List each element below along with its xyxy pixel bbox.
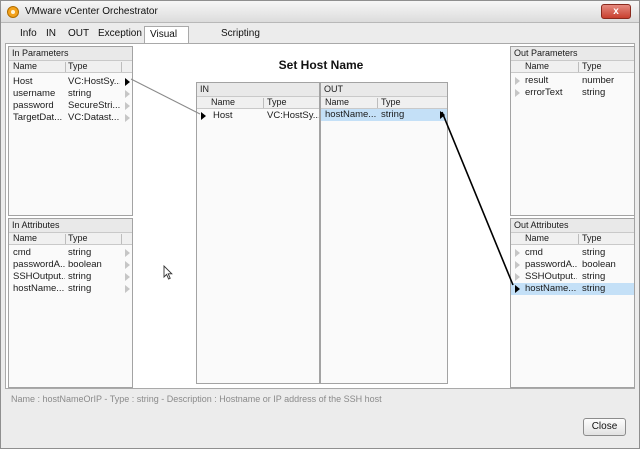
col-name-header[interactable]: Name bbox=[525, 61, 549, 72]
status-description: Name : hostNameOrIP - Type : string - De… bbox=[11, 394, 382, 404]
col-type-header[interactable]: Type bbox=[267, 97, 287, 108]
col-name-header[interactable]: Name bbox=[13, 233, 37, 244]
binding-arrow-icon[interactable] bbox=[125, 261, 130, 269]
col-type-header[interactable]: Type bbox=[582, 233, 602, 244]
out-parameters-panel: Out Parameters Name Type result number e… bbox=[510, 46, 635, 216]
tab-exception[interactable]: Exception bbox=[97, 26, 143, 43]
tab-info[interactable]: Info bbox=[19, 26, 38, 43]
list-item[interactable]: Host VC:HostSy... bbox=[9, 76, 132, 88]
visual-binding-canvas: Set Host Name In Parameters Name Type Ho… bbox=[5, 43, 635, 389]
binding-arrow-icon[interactable] bbox=[125, 285, 130, 293]
in-parameters-title: In Parameters bbox=[9, 47, 132, 61]
col-type-header[interactable]: Type bbox=[381, 97, 401, 108]
element-in-title: IN bbox=[197, 83, 319, 97]
list-item[interactable]: SSHOutput... string bbox=[511, 271, 634, 283]
element-out-box: OUT Name Type hostName... string bbox=[320, 82, 448, 384]
list-item[interactable]: errorText string bbox=[511, 87, 634, 99]
tab-out[interactable]: OUT bbox=[67, 26, 90, 43]
col-type-header[interactable]: Type bbox=[582, 61, 602, 72]
col-name-header[interactable]: Name bbox=[13, 61, 37, 72]
element-out-header: Name Type bbox=[321, 97, 447, 109]
list-item[interactable]: hostName... string bbox=[511, 283, 634, 295]
binding-arrow-icon[interactable] bbox=[125, 102, 130, 110]
tab-scripting[interactable]: Scripting bbox=[220, 26, 261, 43]
list-item[interactable]: passwordA... boolean bbox=[511, 259, 634, 271]
mouse-pointer-icon bbox=[163, 265, 173, 280]
list-item[interactable]: result number bbox=[511, 75, 634, 87]
out-attributes-panel: Out Attributes Name Type cmd string pass… bbox=[510, 218, 635, 388]
binding-arrow-icon[interactable] bbox=[440, 111, 445, 119]
in-attributes-panel: In Attributes Name Type cmd string passw… bbox=[8, 218, 133, 388]
out-attributes-header: Name Type bbox=[511, 233, 634, 245]
out-attributes-title: Out Attributes bbox=[511, 219, 634, 233]
in-attributes-title: In Attributes bbox=[9, 219, 132, 233]
window-title: VMware vCenter Orchestrator bbox=[25, 6, 158, 17]
list-item[interactable]: password SecureStri... bbox=[9, 100, 132, 112]
list-item[interactable]: TargetDat... VC:Datast... bbox=[9, 112, 132, 124]
binding-arrow-icon[interactable] bbox=[125, 249, 130, 257]
element-in-header: Name Type bbox=[197, 97, 319, 109]
list-item[interactable]: username string bbox=[9, 88, 132, 100]
main-window: VMware vCenter Orchestrator x Info IN OU… bbox=[0, 0, 640, 449]
binding-arrow-icon[interactable] bbox=[515, 261, 520, 269]
binding-arrow-icon[interactable] bbox=[125, 78, 130, 86]
tab-visual-binding[interactable]: Visual Binding bbox=[144, 26, 190, 55]
binding-arrow-icon[interactable] bbox=[125, 273, 130, 281]
list-item[interactable]: cmd string bbox=[511, 247, 634, 259]
out-parameters-header: Name Type bbox=[511, 61, 634, 73]
in-attributes-header: Name Type bbox=[9, 233, 132, 245]
binding-arrow-icon[interactable] bbox=[515, 285, 520, 293]
col-name-header[interactable]: Name bbox=[325, 97, 349, 108]
col-type-header[interactable]: Type bbox=[68, 233, 88, 244]
binding-arrow-icon[interactable] bbox=[201, 112, 206, 120]
list-item[interactable]: passwordA... boolean bbox=[9, 259, 132, 271]
list-item[interactable]: SSHOutput... string bbox=[9, 271, 132, 283]
col-type-header[interactable]: Type bbox=[68, 61, 88, 72]
in-parameters-header: Name Type bbox=[9, 61, 132, 73]
binding-arrow-icon[interactable] bbox=[515, 273, 520, 281]
list-item[interactable]: cmd string bbox=[9, 247, 132, 259]
binding-arrow-icon[interactable] bbox=[515, 77, 520, 85]
col-name-header[interactable]: Name bbox=[525, 233, 549, 244]
binding-arrow-icon[interactable] bbox=[125, 114, 130, 122]
col-name-header[interactable]: Name bbox=[211, 97, 235, 108]
element-out-title: OUT bbox=[321, 83, 447, 97]
list-item[interactable]: hostName... string bbox=[321, 109, 447, 121]
binding-arrow-icon[interactable] bbox=[515, 249, 520, 257]
title-bar: VMware vCenter Orchestrator x bbox=[1, 1, 639, 23]
list-item[interactable]: hostName... string bbox=[9, 283, 132, 295]
close-button[interactable]: Close bbox=[583, 418, 626, 436]
in-parameters-panel: In Parameters Name Type Host VC:HostSy..… bbox=[8, 46, 133, 216]
window-close-icon[interactable]: x bbox=[601, 4, 631, 19]
list-item[interactable]: Host VC:HostSy... bbox=[197, 110, 319, 122]
element-in-box: IN Name Type Host VC:HostSy... bbox=[196, 82, 320, 384]
out-parameters-title: Out Parameters bbox=[511, 47, 634, 61]
binding-arrow-icon[interactable] bbox=[515, 89, 520, 97]
vco-app-icon bbox=[7, 6, 19, 18]
tab-in[interactable]: IN bbox=[45, 26, 57, 43]
binding-arrow-icon[interactable] bbox=[125, 90, 130, 98]
